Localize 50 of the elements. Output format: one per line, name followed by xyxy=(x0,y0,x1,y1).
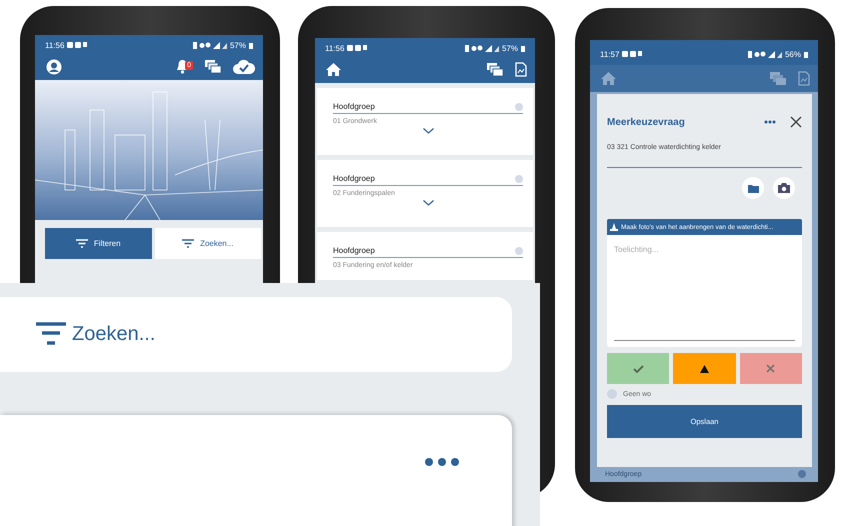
status-dot xyxy=(515,174,523,182)
radio-button[interactable] xyxy=(607,389,617,399)
chevron-down-icon[interactable] xyxy=(422,200,434,206)
status-dot xyxy=(515,246,523,254)
battery-level: 56% xyxy=(784,50,801,59)
status-time: 11:56 xyxy=(325,44,344,53)
avatar-icon[interactable] xyxy=(46,58,62,74)
cloud-check-icon[interactable] xyxy=(233,59,255,74)
battery-level: 57% xyxy=(502,44,518,53)
stacked-windows-icon[interactable] xyxy=(487,63,503,76)
chevron-down-icon[interactable] xyxy=(422,128,434,134)
check-icon xyxy=(632,364,644,372)
cross-icon xyxy=(766,364,776,373)
status-time: 11:57 xyxy=(600,50,620,59)
battery-level: 57% xyxy=(230,41,246,50)
filter-icon xyxy=(36,322,66,347)
group-label: Hoofdgroep xyxy=(333,174,376,183)
system-status-icons xyxy=(748,51,782,58)
status-time: 11:56 xyxy=(45,41,64,50)
filter-icon xyxy=(76,239,88,248)
home-icon[interactable] xyxy=(326,63,341,76)
battery-icon xyxy=(521,45,525,52)
filter-tab[interactable]: Zoeken... xyxy=(154,228,261,259)
camera-icon xyxy=(778,183,790,193)
filter-icon xyxy=(182,239,194,248)
stacked-windows-icon[interactable] xyxy=(205,60,221,73)
more-icon[interactable] xyxy=(764,120,776,124)
camera-button[interactable] xyxy=(773,177,795,199)
notification-icons xyxy=(67,42,88,49)
battery-icon xyxy=(804,51,808,58)
group-label: Hoofdgroep xyxy=(333,102,376,111)
more-icon[interactable] xyxy=(424,457,460,467)
notification-icons xyxy=(622,51,642,58)
cone-icon xyxy=(610,223,618,231)
comment-field[interactable]: Toelichting... xyxy=(607,235,802,347)
battery-icon xyxy=(249,42,253,49)
close-icon[interactable] xyxy=(790,116,802,128)
status-dot xyxy=(515,102,523,110)
search-bar[interactable]: Zoeken... xyxy=(0,297,512,372)
folder-button[interactable] xyxy=(742,177,764,199)
folder-icon xyxy=(748,184,758,192)
status-dot xyxy=(798,470,806,478)
group-label: Hoofdgroep xyxy=(333,246,376,255)
search-label: Zoeken... xyxy=(72,323,156,346)
system-status-icons xyxy=(464,45,499,52)
system-status-icons xyxy=(192,42,227,49)
warning-icon xyxy=(700,364,709,372)
notification-icons xyxy=(347,45,368,52)
filter-tab[interactable]: Filteren xyxy=(45,228,152,259)
dialog-title: Meerkeuzevraag xyxy=(607,116,685,128)
